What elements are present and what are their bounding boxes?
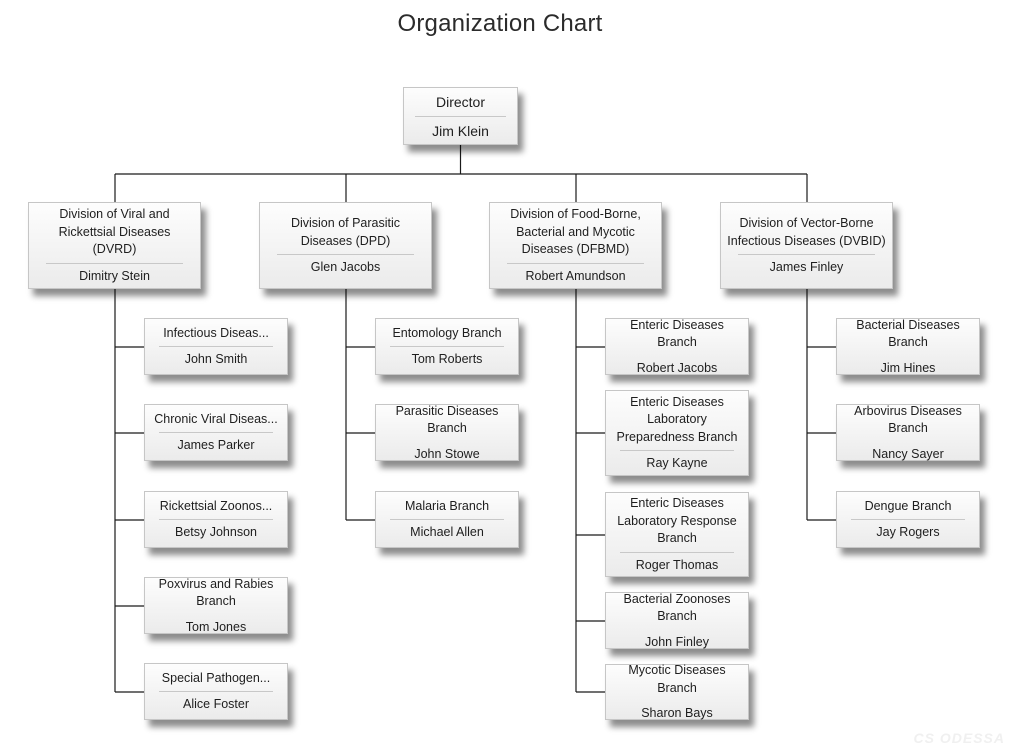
node-title: Division of Vector-Borne Infectious Dise… bbox=[727, 216, 886, 248]
branch-node[interactable]: Enteric Diseases Branch Robert Jacobs bbox=[605, 318, 749, 375]
division-node[interactable]: Division of Food-Borne, Bacterial and My… bbox=[489, 202, 662, 289]
branch-node[interactable]: Poxvirus and Rabies Branch Tom Jones bbox=[144, 577, 288, 634]
branch-node[interactable]: Mycotic Diseases Branch Sharon Bays bbox=[605, 663, 749, 720]
node-person-name: Alice Foster bbox=[183, 697, 249, 712]
node-person-name: Dimitry Stein bbox=[79, 268, 150, 283]
branch-node[interactable]: Infectious Diseas... John Smith bbox=[144, 318, 288, 375]
node-person-name: Nancy Sayer bbox=[872, 446, 944, 461]
node-divider bbox=[159, 432, 273, 434]
node-title: Enteric Diseases Laboratory Response Bra… bbox=[617, 496, 737, 546]
branch-node[interactable]: Special Pathogen... Alice Foster bbox=[144, 663, 288, 720]
node-person-name: John Smith bbox=[184, 352, 248, 367]
node-person-name: Michael Allen bbox=[410, 525, 484, 540]
node-person-name: Glen Jacobs bbox=[310, 260, 381, 274]
node-person-name: John Stowe bbox=[414, 446, 480, 461]
node-title: Mycotic Diseases Branch bbox=[628, 663, 726, 695]
node-divider bbox=[159, 519, 273, 521]
node-person-name: James Parker bbox=[177, 438, 255, 453]
node-title: Arbovirus Diseases Branch bbox=[854, 403, 962, 436]
node-person-name: John Finley bbox=[645, 634, 709, 649]
branch-node[interactable]: Entomology Branch Tom Roberts bbox=[375, 318, 519, 375]
node-title: Director bbox=[435, 93, 485, 110]
node-person-name: Jim Klein bbox=[432, 122, 489, 139]
node-title: Poxvirus and Rabies Branch bbox=[158, 576, 274, 609]
branch-node[interactable]: Bacterial Diseases Branch Jim Hines bbox=[836, 318, 980, 375]
branch-node[interactable]: Chronic Viral Diseas... James Parker bbox=[144, 404, 288, 461]
node-divider bbox=[851, 519, 965, 521]
branch-node[interactable]: Malaria Branch Michael Allen bbox=[375, 491, 519, 548]
director-node[interactable]: Director Jim Klein bbox=[403, 87, 518, 145]
node-divider bbox=[507, 262, 644, 264]
node-person-name: Betsy Johnson bbox=[175, 525, 257, 540]
node-person-name: Robert Jacobs bbox=[636, 360, 718, 375]
node-title: Division of Parasitic Diseases (DPD) bbox=[290, 216, 401, 248]
node-divider bbox=[390, 519, 504, 521]
node-person-name: Tom Jones bbox=[185, 619, 247, 634]
node-title: Division of Viral and Rickettsial Diseas… bbox=[58, 207, 171, 257]
node-divider bbox=[620, 450, 734, 452]
node-title: Special Pathogen... bbox=[161, 670, 271, 685]
node-title: Rickettsial Zoonos... bbox=[159, 498, 273, 513]
node-title: Division of Food-Borne, Bacterial and My… bbox=[510, 207, 641, 257]
node-title: Parasitic Diseases Branch bbox=[395, 403, 499, 436]
node-title: Entomology Branch bbox=[392, 325, 502, 340]
division-node[interactable]: Division of Viral and Rickettsial Diseas… bbox=[28, 202, 201, 289]
node-title: Bacterial Diseases Branch bbox=[856, 317, 960, 350]
node-person-name: Ray Kayne bbox=[646, 456, 708, 471]
branch-node[interactable]: Parasitic Diseases Branch John Stowe bbox=[375, 404, 519, 461]
branch-node[interactable]: Dengue Branch Jay Rogers bbox=[836, 491, 980, 548]
node-person-name: Tom Roberts bbox=[411, 352, 483, 367]
node-divider bbox=[277, 254, 414, 255]
branch-node[interactable]: Bacterial Zoonoses Branch John Finley bbox=[605, 592, 749, 649]
division-node[interactable]: Division of Parasitic Diseases (DPD) Glen… bbox=[259, 202, 432, 289]
node-divider bbox=[738, 254, 875, 255]
node-person-name: Jay Rogers bbox=[876, 525, 940, 540]
division-node[interactable]: Division of Vector-Borne Infectious Dise… bbox=[720, 202, 893, 289]
node-divider bbox=[620, 551, 734, 553]
branch-node[interactable]: Rickettsial Zoonos... Betsy Johnson bbox=[144, 491, 288, 548]
node-title: Infectious Diseas... bbox=[163, 325, 269, 340]
branch-node[interactable]: Enteric Diseases Laboratory Preparedness… bbox=[605, 390, 749, 476]
node-person-name: Robert Amundson bbox=[525, 268, 626, 283]
node-title: Chronic Viral Diseas... bbox=[154, 411, 278, 426]
node-title: Malaria Branch bbox=[404, 498, 490, 513]
node-title: Bacterial Zoonoses Branch bbox=[623, 591, 731, 624]
node-title: Enteric Diseases Branch bbox=[630, 317, 724, 350]
node-person-name: Jim Hines bbox=[880, 360, 936, 375]
node-divider bbox=[415, 115, 506, 117]
node-person-name: Roger Thomas bbox=[635, 557, 719, 572]
node-divider bbox=[390, 346, 504, 348]
node-title: Enteric Diseases Laboratory Preparedness… bbox=[616, 394, 738, 444]
branch-node[interactable]: Arbovirus Diseases Branch Nancy Sayer bbox=[836, 404, 980, 461]
node-person-name: James Finley bbox=[769, 260, 844, 274]
node-divider bbox=[159, 346, 273, 348]
node-title: Dengue Branch bbox=[864, 498, 952, 513]
node-divider bbox=[46, 262, 183, 264]
node-divider bbox=[159, 691, 273, 693]
watermark-logo: CS ODESSA bbox=[913, 730, 1005, 746]
node-person-name: Sharon Bays bbox=[641, 706, 713, 720]
branch-node[interactable]: Enteric Diseases Laboratory Response Bra… bbox=[605, 492, 749, 577]
